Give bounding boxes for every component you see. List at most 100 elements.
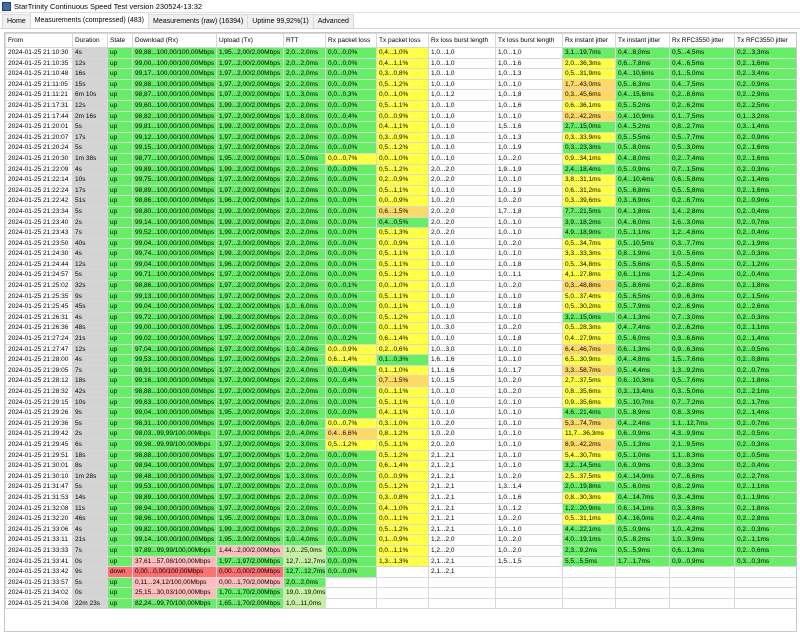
table-cell: 15s <box>72 78 108 91</box>
table-cell <box>376 566 429 578</box>
table-row[interactable]: 2024-01-25 21:24:30 4s up 99,74...100,00/10… <box>5 248 796 260</box>
tab-advanced[interactable]: Advanced <box>312 14 354 28</box>
table-cell: 0,0...0,7% <box>325 152 377 165</box>
table-cell: 1,97...2,00/2,00Mbps <box>216 491 284 504</box>
table-row[interactable]: 2024-01-25 21:33:06 4s up 99,82...100,00/10… <box>5 523 796 536</box>
table-row[interactable]: 2024-01-25 21:25:35 9s up 99,13...100,00/10… <box>5 290 796 303</box>
table-row[interactable]: 2024-01-25 21:28:05 7s up 98,91...100,00/10… <box>5 364 796 377</box>
table-row[interactable]: 2024-01-25 21:28:12 18s up 99,16...100,00/1… <box>5 375 796 387</box>
table-cell: up <box>107 227 133 239</box>
table-cell: up <box>107 449 133 462</box>
table-row[interactable]: 2024-01-25 21:23:34 5s up 98,80...100,00/10… <box>5 205 796 218</box>
table-cell: 0,3...5,0ms <box>669 386 735 398</box>
table-row[interactable]: 2024-01-25 21:20:07 17s up 99,12...100,00/1… <box>5 131 796 144</box>
table-row[interactable]: 2024-01-25 21:31:53 14s up 98,89...100,00/1… <box>5 491 796 504</box>
table-cell: 3,9...18,2ms <box>562 216 616 229</box>
column-header[interactable]: State <box>107 33 133 48</box>
table-row[interactable]: 2024-01-25 21:34:02 0s up 25,15...30,03/100… <box>5 587 796 599</box>
table-cell: up <box>107 502 133 515</box>
table-row[interactable]: 2024-01-25 21:10:30 4s up 99,88...100,00/10… <box>5 47 796 59</box>
column-header[interactable]: Rx RFC3550 jitter <box>669 33 735 48</box>
table-row[interactable]: 2024-01-25 21:24:44 12s up 99,04...100,00/1… <box>5 258 796 271</box>
column-header[interactable]: Download (Rx) <box>132 33 217 48</box>
table-row[interactable]: 2024-01-25 21:28:00 4s up 99,53...100,00/10… <box>5 354 796 366</box>
table-row[interactable]: 2024-01-25 21:32:08 11s up 98,94...100,00/1… <box>5 502 796 515</box>
table-cell: 1,3...1,4 <box>495 481 563 493</box>
table-row[interactable]: 2024-01-25 21:26:31 4s up 99,72...100,00/10… <box>5 311 796 324</box>
table-cell: 0,0...0,1% <box>325 280 377 292</box>
tab-uptime[interactable]: Uptime 99,92%(1) <box>247 14 314 28</box>
column-header[interactable]: Rx loss burst length <box>428 33 496 48</box>
table-row[interactable]: 2024-01-25 21:33:42 9s down 0,00...0,00/100… <box>5 566 796 578</box>
table-row[interactable]: 2024-01-25 21:33:11 21s up 99,14...100,00/1… <box>5 534 796 546</box>
table-row[interactable]: 2024-01-25 21:30:10 1m 28s up 98,48...100,0… <box>5 470 796 483</box>
table-row[interactable]: 2024-01-25 21:27:47 12s up 97,04...100,00/1… <box>5 343 796 356</box>
column-header[interactable]: Upload (Tx) <box>216 33 284 48</box>
table-row[interactable]: 2024-01-25 21:29:45 6s up 99,98...99,99/100… <box>5 438 796 451</box>
table-row[interactable]: 2024-01-25 21:11:05 15s up 99,88...100,00/1… <box>5 78 796 91</box>
table-row[interactable]: 2024-01-25 21:26:36 48s up 99,00...100,00/1… <box>5 322 796 335</box>
table-cell: 0,2...1,8ms <box>734 375 796 387</box>
table-row[interactable]: 2024-01-25 21:11:21 6m 10s up 98,87...100,0… <box>5 89 796 101</box>
table-cell: 1,97...2,00/2,00Mbps <box>216 460 284 472</box>
table-cell: 0,6...0,9ms <box>615 428 670 440</box>
table-row[interactable]: 2024-01-25 21:29:42 2s up 98,03...99,99/100… <box>5 428 796 440</box>
column-header[interactable]: Rx packet loss <box>325 33 377 48</box>
column-header[interactable]: Rx instant jitter <box>562 33 616 48</box>
table-cell: 99,82...100,00/100,00Mbps <box>132 523 217 536</box>
table-row[interactable]: 2024-01-25 21:32:20 46s up 98,96...100,00/1… <box>5 513 796 525</box>
table-cell: 0,4...14,0ms <box>615 470 670 483</box>
table-row[interactable]: 2024-01-25 21:20:30 1m 38s up 98,77...100,0… <box>5 152 796 165</box>
table-cell: 2024-01-25 21:24:44 <box>5 258 73 271</box>
table-row[interactable]: 2024-01-25 21:25:02 32s up 98,86...100,00/1… <box>5 280 796 292</box>
table-cell: 1,7...1,7ms <box>615 555 670 568</box>
table-row[interactable]: 2024-01-25 21:33:41 0s up 37,61...57,08/100… <box>5 555 796 568</box>
table-row[interactable]: 2024-01-25 21:33:57 5s up 0,11...24,12/100,… <box>5 576 796 589</box>
column-header[interactable]: Tx RFC3550 jitter <box>734 33 796 48</box>
table-cell: 2,0...2,0ms <box>283 248 326 260</box>
table-cell: 0,2...0,4ms <box>734 227 796 239</box>
table-row[interactable]: 2024-01-25 21:10:35 12s up 99,00...100,00/1… <box>5 57 796 70</box>
table-row[interactable]: 2024-01-25 21:30:01 8s up 98,94...100,00/10… <box>5 460 796 472</box>
table-row[interactable]: 2024-01-25 21:22:24 17s up 98,89...100,00/1… <box>5 184 796 197</box>
table-row[interactable]: 2024-01-25 21:10:48 16s up 99,17...100,00/1… <box>5 68 796 80</box>
table-row[interactable]: 2024-01-25 21:20:24 5s up 99,15...100,00/10… <box>5 142 796 154</box>
table-row[interactable]: 2024-01-25 21:17:44 2m 16s up 98,82...100,0… <box>5 110 796 123</box>
table-cell: 1,0...2,0 <box>495 195 563 207</box>
column-header[interactable]: From <box>5 33 73 48</box>
table-row[interactable]: 2024-01-25 21:28:32 42s up 98,88...100,00/1… <box>5 386 796 398</box>
table-row[interactable]: 2024-01-25 21:22:09 4s up 99,89...100,00/10… <box>5 163 796 176</box>
table-row[interactable]: 2024-01-25 21:23:40 2s up 99,14...100,00/10… <box>5 216 796 229</box>
table-row[interactable]: 2024-01-25 21:17:31 12s up 99,60...100,00/1… <box>5 99 796 112</box>
table-row[interactable]: 2024-01-25 21:22:14 10s up 99,75...100,00/1… <box>5 174 796 186</box>
measurements-grid[interactable]: From Duration State Download (Rx) Upload (Tx… <box>4 32 797 632</box>
table-row[interactable]: 2024-01-25 21:24:57 5s up 99,71...100,00/10… <box>5 269 796 282</box>
table-row[interactable]: 2024-01-25 21:27:24 21s up 99,02...100,00/1… <box>5 333 796 345</box>
table-row[interactable]: 2024-01-25 21:23:50 40s up 99,04...100,00/1… <box>5 237 796 250</box>
column-header[interactable]: Tx packet loss <box>376 33 429 48</box>
table-cell: up <box>107 68 133 80</box>
column-header[interactable]: Duration <box>72 33 108 48</box>
table-cell: 0,3...6,6ms <box>669 333 735 345</box>
tab-measurements-compressed[interactable]: Measurements (compressed) (483) <box>29 12 150 28</box>
table-row[interactable]: 2024-01-25 21:31:47 5s up 99,53...100,00/10… <box>5 481 796 493</box>
tab-home[interactable]: Home <box>2 14 31 28</box>
table-cell: 1,95...2,00/2,00Mbps <box>216 534 284 546</box>
column-header[interactable]: Tx instant jitter <box>615 33 670 48</box>
table-row[interactable]: 2024-01-25 21:25:45 45s up 99,04...100,00/1… <box>5 301 796 313</box>
table-cell: 0,0...0,0% <box>325 142 377 154</box>
table-row[interactable]: 2024-01-25 21:29:51 18s up 98,88...100,00/1… <box>5 449 796 462</box>
table-row[interactable]: 2024-01-25 21:23:43 7s up 99,52...100,00/10… <box>5 227 796 239</box>
tab-measurements-raw[interactable]: Measurements (raw) (16394) <box>148 14 249 28</box>
table-row[interactable]: 2024-01-25 21:34:08 22m 23s up 82,24...99,7… <box>5 597 796 610</box>
table-cell: 0,5...8,9ms <box>615 407 670 419</box>
table-row[interactable]: 2024-01-25 21:29:26 9s up 99,04...100,00/10… <box>5 407 796 419</box>
table-row[interactable]: 2024-01-25 21:29:36 5s up 98,31...100,00/10… <box>5 417 796 430</box>
column-header[interactable]: Tx loss burst length <box>495 33 563 48</box>
table-row[interactable]: 2024-01-25 21:20:01 5s up 99,81...100,00/10… <box>5 121 796 133</box>
table-row[interactable]: 2024-01-25 21:33:33 7s up 97,89...99,99/100… <box>5 544 796 557</box>
table-cell: 2024-01-25 21:27:47 <box>5 343 73 356</box>
column-header[interactable]: RTT <box>283 33 326 48</box>
table-row[interactable]: 2024-01-25 21:29:15 10s up 99,63...100,00/1… <box>5 396 796 409</box>
table-row[interactable]: 2024-01-25 21:22:42 51s up 98,86...100,00/1… <box>5 195 796 207</box>
